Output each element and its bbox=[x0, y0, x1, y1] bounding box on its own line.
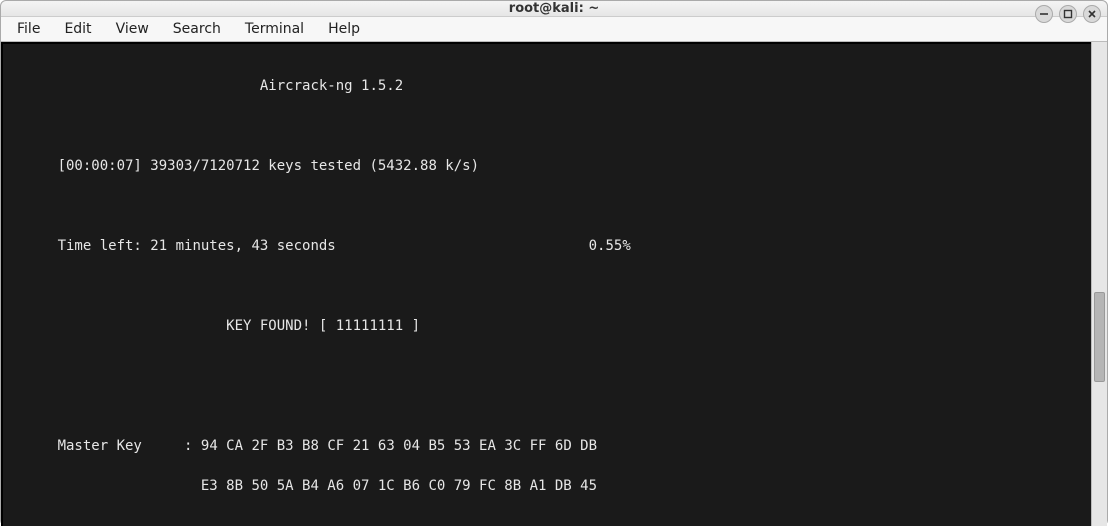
menu-view[interactable]: View bbox=[104, 17, 161, 41]
menu-file[interactable]: File bbox=[5, 17, 52, 41]
blank-line bbox=[3, 116, 1091, 136]
time-left-text: Time left: 21 minutes, 43 seconds bbox=[58, 238, 336, 254]
menu-edit[interactable]: Edit bbox=[52, 17, 103, 41]
window-title: root@kali: ~ bbox=[509, 1, 599, 16]
terminal-wrap: Aircrack-ng 1.5.2 [00:00:07] 39303/71207… bbox=[1, 42, 1107, 526]
window-controls bbox=[1035, 5, 1101, 23]
menu-help[interactable]: Help bbox=[316, 17, 372, 41]
master-key-row-0: 94 CA 2F B3 B8 CF 21 63 04 B5 53 EA 3C F… bbox=[201, 438, 597, 454]
menu-search[interactable]: Search bbox=[161, 17, 233, 41]
close-button[interactable] bbox=[1083, 5, 1101, 23]
aircrack-title: Aircrack-ng 1.5.2 bbox=[260, 78, 403, 94]
time-left-line: Time left: 21 minutes, 43 seconds 0.55% bbox=[3, 236, 1091, 256]
master-key-label: Master Key bbox=[58, 438, 142, 454]
master-key-line-1: Master Key : 94 CA 2F B3 B8 CF 21 63 04 … bbox=[3, 436, 1091, 456]
blank-line bbox=[3, 196, 1091, 216]
blank-line bbox=[3, 516, 1091, 526]
status-line: [00:00:07] 39303/7120712 keys tested (54… bbox=[3, 156, 1091, 176]
menu-terminal[interactable]: Terminal bbox=[233, 17, 316, 41]
percent-text: 0.55% bbox=[589, 238, 631, 254]
aircrack-header: Aircrack-ng 1.5.2 bbox=[3, 76, 1091, 96]
status-text: [00:00:07] 39303/7120712 keys tested (54… bbox=[58, 158, 479, 174]
titlebar: root@kali: ~ bbox=[1, 1, 1107, 17]
maximize-button[interactable] bbox=[1059, 5, 1077, 23]
menubar: File Edit View Search Terminal Help bbox=[1, 17, 1107, 42]
blank-line bbox=[3, 356, 1091, 376]
blank-line bbox=[3, 396, 1091, 416]
key-found-line: KEY FOUND! [ 11111111 ] bbox=[3, 316, 1091, 336]
blank-line bbox=[3, 276, 1091, 296]
master-key-line-2: E3 8B 50 5A B4 A6 07 1C B6 C0 79 FC 8B A… bbox=[3, 476, 1091, 496]
key-found-text: KEY FOUND! [ 11111111 ] bbox=[226, 318, 420, 334]
master-key-row-1: E3 8B 50 5A B4 A6 07 1C B6 C0 79 FC 8B A… bbox=[201, 478, 597, 494]
scrollbar[interactable] bbox=[1091, 42, 1107, 526]
scrollbar-thumb[interactable] bbox=[1094, 292, 1105, 382]
minimize-button[interactable] bbox=[1035, 5, 1053, 23]
terminal-window: root@kali: ~ File Edit View Search Termi… bbox=[0, 0, 1108, 526]
terminal[interactable]: Aircrack-ng 1.5.2 [00:00:07] 39303/71207… bbox=[1, 42, 1091, 526]
